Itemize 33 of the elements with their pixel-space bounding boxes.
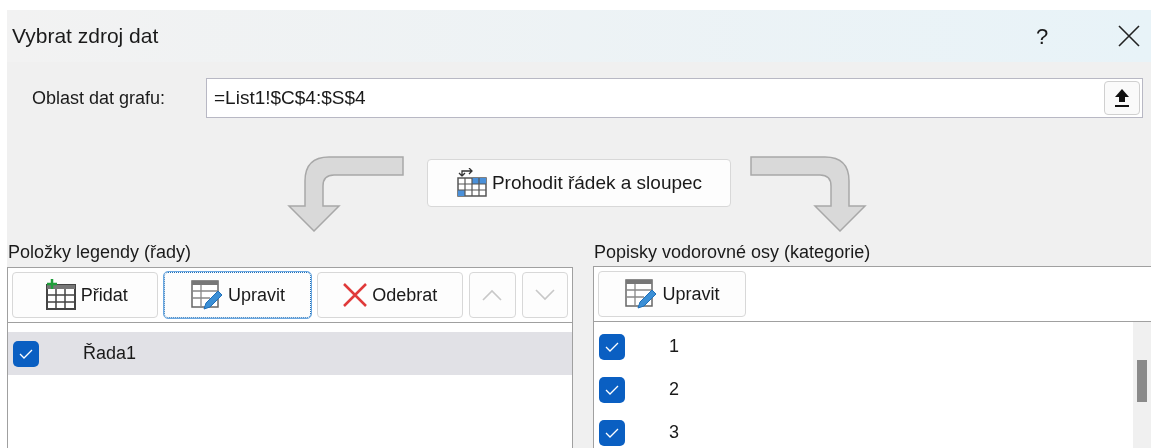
collapse-button[interactable]	[1104, 81, 1140, 115]
edit-table-icon	[190, 279, 224, 311]
add-button[interactable]: Přidat	[12, 272, 159, 318]
check-icon	[605, 384, 619, 395]
swap-table-icon	[455, 168, 488, 198]
edit-button[interactable]: Upravit	[598, 271, 746, 317]
checkbox[interactable]	[599, 419, 625, 446]
edit-table-icon	[624, 278, 659, 310]
panel-label: Položky legendy (řady)	[7, 241, 193, 264]
check-icon	[605, 341, 619, 352]
help-button[interactable]: ?	[1017, 19, 1067, 53]
checkbox[interactable]	[599, 333, 625, 360]
range-field[interactable]: =List1!$C$4:$S$4	[206, 78, 1143, 118]
remove-button[interactable]: Odebrat	[316, 272, 464, 318]
upload-arrow-icon	[1114, 88, 1130, 108]
close-icon	[342, 282, 369, 308]
checkbox[interactable]	[599, 376, 625, 403]
chevron-up-icon	[481, 288, 504, 302]
panel-label: Popisky vodorovné osy (kategorie)	[593, 241, 872, 264]
close-icon	[1118, 25, 1140, 47]
window-title: Vybrat zdroj dat	[12, 23, 160, 50]
category-row[interactable]: 2	[594, 368, 1133, 411]
category-row[interactable]: 1	[594, 325, 1133, 368]
category-row[interactable]: 3	[594, 411, 1133, 448]
edit-button[interactable]: Upravit	[164, 272, 311, 318]
scrollbar[interactable]	[1133, 322, 1151, 448]
check-icon	[19, 348, 33, 359]
chevron-down-icon	[533, 288, 556, 302]
checkbox[interactable]	[13, 340, 39, 367]
field-label: Oblast dat grafu:	[32, 86, 167, 110]
series-row[interactable]: Řada1	[8, 332, 572, 375]
switch-row-column-button[interactable]: Prohodit řádek a sloupec	[427, 159, 731, 207]
check-icon	[605, 427, 619, 438]
